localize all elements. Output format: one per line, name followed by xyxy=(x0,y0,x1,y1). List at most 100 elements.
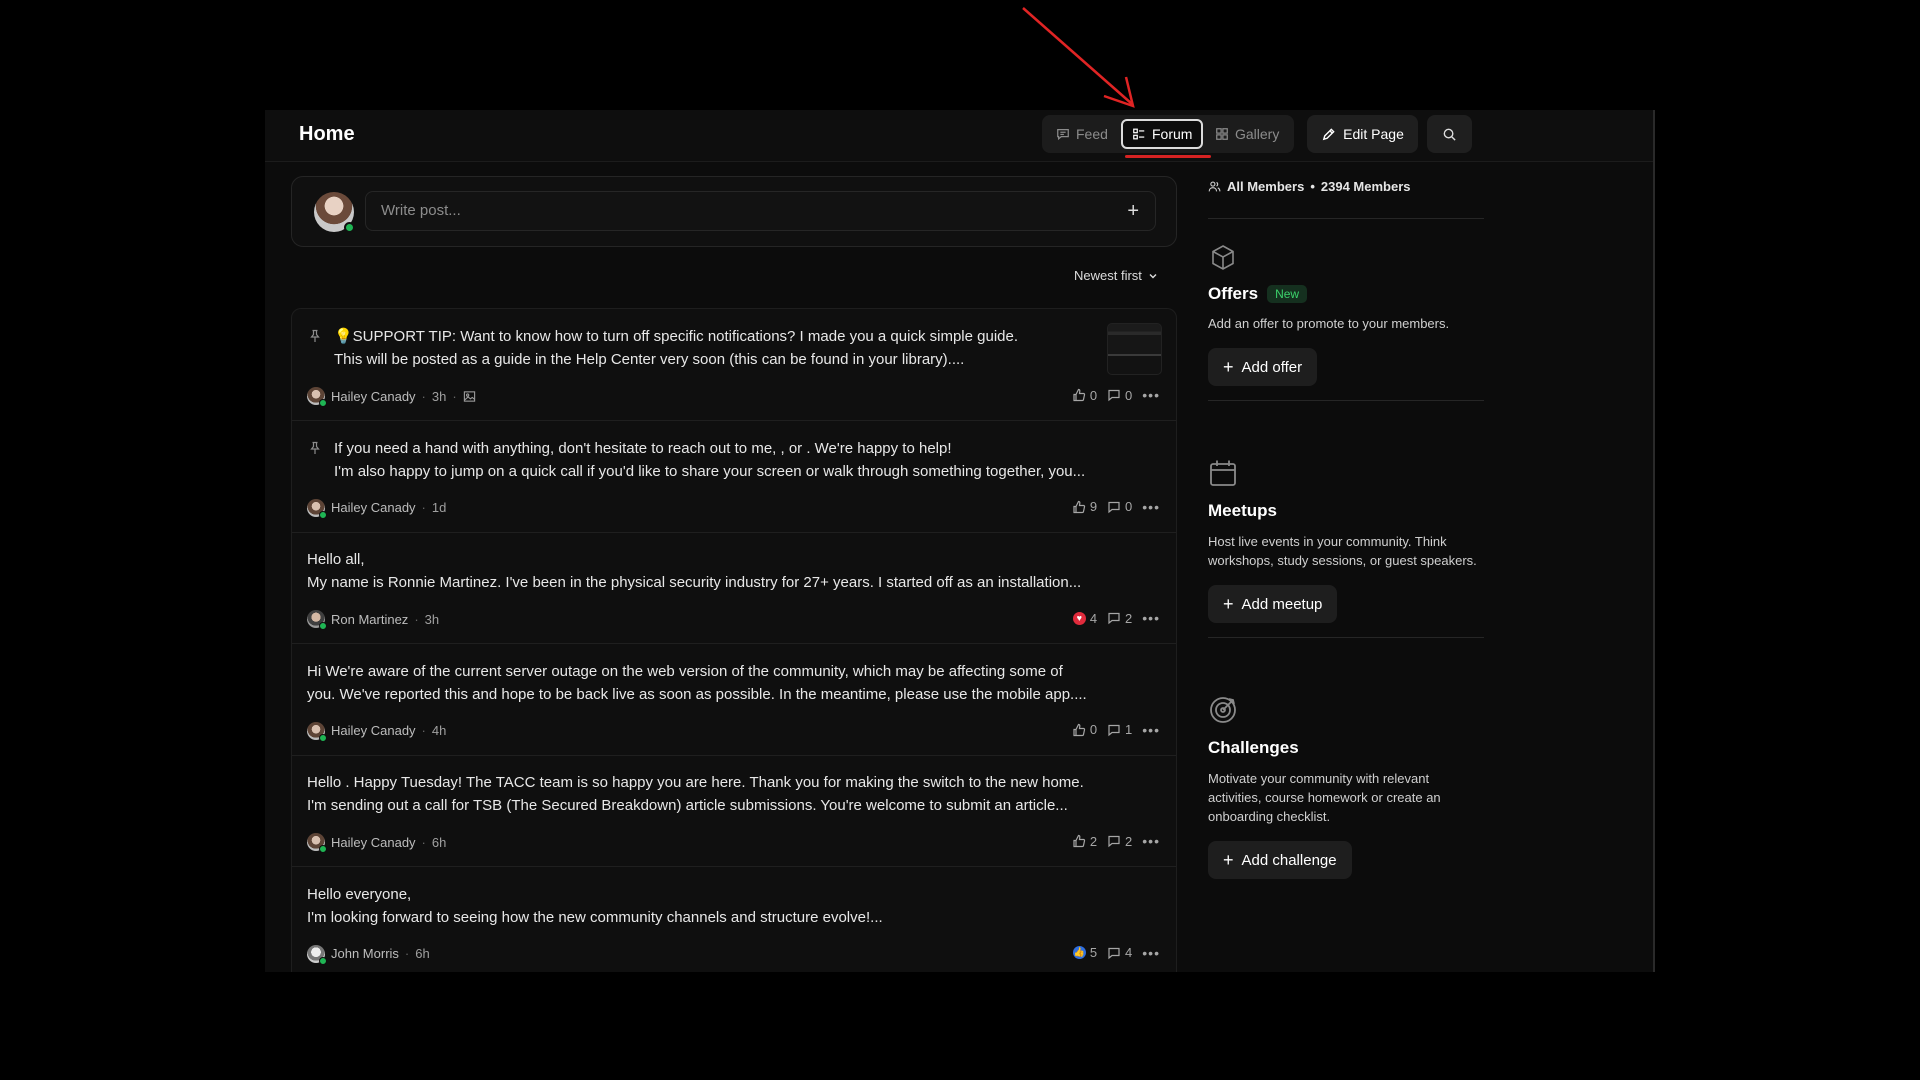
comment-button[interactable]: 0 xyxy=(1107,388,1132,403)
post-author[interactable]: Ron Martinez xyxy=(331,612,408,627)
tab-gallery-label: Gallery xyxy=(1235,126,1280,142)
like-button[interactable]: 9 xyxy=(1072,499,1097,514)
edit-page-button[interactable]: Edit Page xyxy=(1307,115,1418,153)
like-button[interactable]: 2 xyxy=(1072,834,1097,849)
forum-post[interactable]: Hello all, My name is Ronnie Martinez. I… xyxy=(292,532,1176,644)
add-challenge-label: Add challenge xyxy=(1241,851,1337,869)
more-options-icon[interactable]: ••• xyxy=(1142,833,1160,849)
like-button[interactable]: 0 xyxy=(1072,722,1097,737)
online-indicator xyxy=(344,222,355,233)
top-bar: Home Feed Forum Gallery Edit Page xyxy=(265,110,1653,162)
meta-separator: · xyxy=(421,388,426,404)
add-challenge-button[interactable]: + Add challenge xyxy=(1208,841,1352,879)
comment-button[interactable]: 4 xyxy=(1107,945,1132,960)
chevron-down-icon xyxy=(1149,273,1157,278)
post-line-1: If you need a hand with anything, don't … xyxy=(334,439,952,457)
plus-icon: + xyxy=(1223,849,1234,870)
comment-icon xyxy=(1108,612,1120,625)
forum-post[interactable]: Hello . Happy Tuesday! The TACC team is … xyxy=(292,755,1176,867)
comment-icon xyxy=(1108,947,1120,959)
offers-heading: Offers New xyxy=(1208,284,1484,304)
forum-post[interactable]: Hello everyone, I'm looking forward to s… xyxy=(292,867,1176,973)
like-count: 9 xyxy=(1089,499,1098,514)
post-body: 💡SUPPORT TIP: Want to know how to turn o… xyxy=(334,325,1018,371)
tab-forum[interactable]: Forum xyxy=(1121,119,1204,149)
like-button[interactable]: 👍 5 xyxy=(1072,945,1098,960)
comment-icon xyxy=(1108,501,1120,513)
members-summary[interactable]: All Members • 2394 Members xyxy=(1208,176,1484,196)
forum-post[interactable]: If you need a hand with anything, don't … xyxy=(292,421,1176,533)
meta-separator: · xyxy=(404,946,410,961)
like-button[interactable]: ♥ 4 xyxy=(1072,611,1097,626)
comment-button[interactable]: 0 xyxy=(1107,499,1132,514)
tab-gallery[interactable]: Gallery xyxy=(1206,119,1288,149)
tab-feed[interactable]: Feed xyxy=(1047,119,1117,149)
thumbs-up-icon xyxy=(1073,723,1085,736)
pencil-icon xyxy=(1322,127,1335,140)
forum-post[interactable]: Hi We're aware of the current server out… xyxy=(292,644,1176,756)
more-options-icon[interactable]: ••• xyxy=(1142,610,1160,626)
avatar[interactable] xyxy=(307,387,327,407)
add-offer-button[interactable]: + Add offer xyxy=(1208,348,1318,386)
comment-button[interactable]: 2 xyxy=(1107,611,1132,626)
post-thumbnail[interactable] xyxy=(1107,323,1162,375)
sort-dropdown[interactable]: Newest first xyxy=(1074,268,1158,283)
thumbs-up-icon xyxy=(1073,834,1085,848)
comment-button[interactable]: 2 xyxy=(1107,834,1132,849)
meetups-title: Meetups xyxy=(1208,501,1277,520)
members-separator: • xyxy=(1310,178,1315,194)
post-body: If you need a hand with anything, don't … xyxy=(334,437,1085,483)
message-square-icon xyxy=(1057,129,1069,141)
plus-icon: + xyxy=(1223,356,1234,377)
write-post-input[interactable]: Write post... + xyxy=(365,191,1156,231)
add-meetup-button[interactable]: + Add meetup xyxy=(1208,585,1338,623)
search-button[interactable] xyxy=(1427,115,1472,153)
avatar[interactable] xyxy=(307,498,327,519)
post-author[interactable]: Hailey Canady xyxy=(331,389,416,404)
post-stats: 0 0 ••• xyxy=(1072,387,1160,403)
meetups-block: Meetups Host live events in your communi… xyxy=(1208,458,1484,638)
like-button[interactable]: 0 xyxy=(1072,388,1097,403)
pin-icon xyxy=(310,441,320,454)
list-icon xyxy=(1133,128,1145,140)
offers-description: Add an offer to promote to your members. xyxy=(1208,316,1450,331)
calendar-icon xyxy=(1210,460,1236,486)
more-options-icon[interactable]: ••• xyxy=(1142,945,1160,961)
more-options-icon[interactable]: ••• xyxy=(1142,387,1160,403)
post-author[interactable]: Hailey Canady xyxy=(331,835,416,850)
users-icon xyxy=(1208,180,1221,191)
post-list: 💡SUPPORT TIP: Want to know how to turn o… xyxy=(291,308,1177,972)
post-meta: John Morris · 6h xyxy=(307,944,430,965)
online-indicator xyxy=(319,622,327,630)
post-body: Hello . Happy Tuesday! The TACC team is … xyxy=(307,771,1084,817)
page-title: Home xyxy=(299,123,355,145)
more-options-icon[interactable]: ••• xyxy=(1142,499,1160,515)
avatar[interactable] xyxy=(307,833,327,853)
post-line-2: This will be posted as a guide in the He… xyxy=(334,351,965,368)
heart-reaction-icon: ♥ xyxy=(1072,611,1086,625)
plus-icon[interactable]: + xyxy=(1127,200,1139,223)
divider xyxy=(1208,637,1484,638)
avatar[interactable] xyxy=(307,944,327,965)
forum-post[interactable]: 💡SUPPORT TIP: Want to know how to turn o… xyxy=(292,309,1176,421)
post-author[interactable]: John Morris xyxy=(331,946,399,961)
post-line-1: Hi We're aware of the current server out… xyxy=(307,662,1063,680)
post-author[interactable]: Hailey Canady xyxy=(331,500,416,515)
comment-button[interactable]: 1 xyxy=(1107,722,1132,737)
avatar[interactable] xyxy=(307,610,327,630)
grid-icon xyxy=(1216,128,1228,140)
post-line-1: 💡SUPPORT TIP: Want to know how to turn o… xyxy=(334,328,1019,345)
avatar[interactable] xyxy=(307,721,327,742)
post-author[interactable]: Hailey Canady xyxy=(331,723,416,738)
like-count: 5 xyxy=(1089,945,1098,960)
more-options-icon[interactable]: ••• xyxy=(1142,722,1160,738)
comment-count: 0 xyxy=(1125,499,1133,514)
post-line-1: Hello everyone, xyxy=(307,885,412,903)
offers-block: Offers New Add an offer to promote to you… xyxy=(1208,243,1484,401)
post-body: Hello everyone, I'm looking forward to s… xyxy=(307,883,883,929)
add-offer-label: Add offer xyxy=(1241,358,1303,376)
new-badge: New xyxy=(1267,285,1308,303)
target-icon xyxy=(1210,697,1236,723)
divider xyxy=(1208,400,1484,401)
post-time: 6h xyxy=(431,834,447,850)
